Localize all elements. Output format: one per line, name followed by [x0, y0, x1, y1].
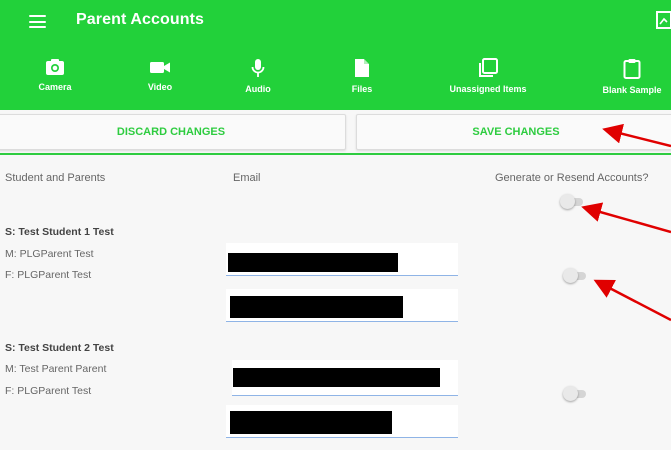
toolbar-files[interactable]: Files	[317, 58, 407, 94]
column-header-email: Email	[233, 172, 261, 184]
divider	[0, 153, 671, 155]
page-title: Parent Accounts	[76, 11, 205, 28]
redacted-email	[230, 411, 392, 434]
toolbar-label: Audio	[245, 84, 271, 94]
annotation-arrow	[593, 279, 671, 322]
menu-icon[interactable]	[29, 15, 46, 28]
generate-all-toggle[interactable]	[560, 194, 584, 209]
toolbar-label: Camera	[38, 82, 72, 92]
file-icon	[355, 59, 369, 77]
clipboard-icon	[623, 59, 641, 79]
toolbar-label: Files	[351, 84, 373, 94]
generate-account-toggle[interactable]	[563, 386, 587, 401]
toolbar-video[interactable]: Video	[115, 58, 205, 92]
toolbar-audio[interactable]: Audio	[213, 58, 303, 94]
microphone-icon	[251, 59, 265, 77]
toolbar-label: Video	[147, 82, 173, 92]
column-header-student: Student and Parents	[5, 172, 106, 184]
unassigned-items-icon	[479, 58, 498, 77]
parent-name: F: PLGParent Test	[5, 269, 92, 281]
parent-name: F: PLGParent Test	[5, 385, 92, 397]
video-icon	[150, 62, 170, 73]
column-header-generate: Generate or Resend Accounts?	[495, 172, 649, 184]
student-name: S: Test Student 1 Test	[5, 226, 114, 238]
parent-name: M: Test Parent Parent	[5, 363, 107, 375]
redacted-email	[230, 296, 403, 318]
toolbar-label: Unassigned Items	[449, 84, 527, 94]
camera-icon	[46, 59, 64, 75]
toolbar-unassigned-items[interactable]: Unassigned Items	[443, 58, 533, 94]
discard-changes-button[interactable]: DISCARD CHANGES	[0, 114, 346, 150]
redacted-email	[233, 368, 440, 387]
toolbar-label: Blank Sample	[602, 85, 662, 95]
redacted-email	[228, 253, 398, 272]
generate-account-toggle[interactable]	[563, 268, 587, 283]
annotation-arrow	[581, 202, 671, 234]
student-name: S: Test Student 2 Test	[5, 342, 114, 354]
save-changes-button[interactable]: SAVE CHANGES	[356, 114, 671, 150]
toolbar-blank-sample[interactable]: Blank Sample	[587, 58, 671, 95]
export-icon[interactable]	[656, 11, 671, 29]
top-app-bar: Parent Accounts Camera Video Audio Files…	[0, 0, 671, 110]
parent-name: M: PLGParent Test	[5, 248, 94, 260]
toolbar-camera[interactable]: Camera	[10, 58, 100, 92]
